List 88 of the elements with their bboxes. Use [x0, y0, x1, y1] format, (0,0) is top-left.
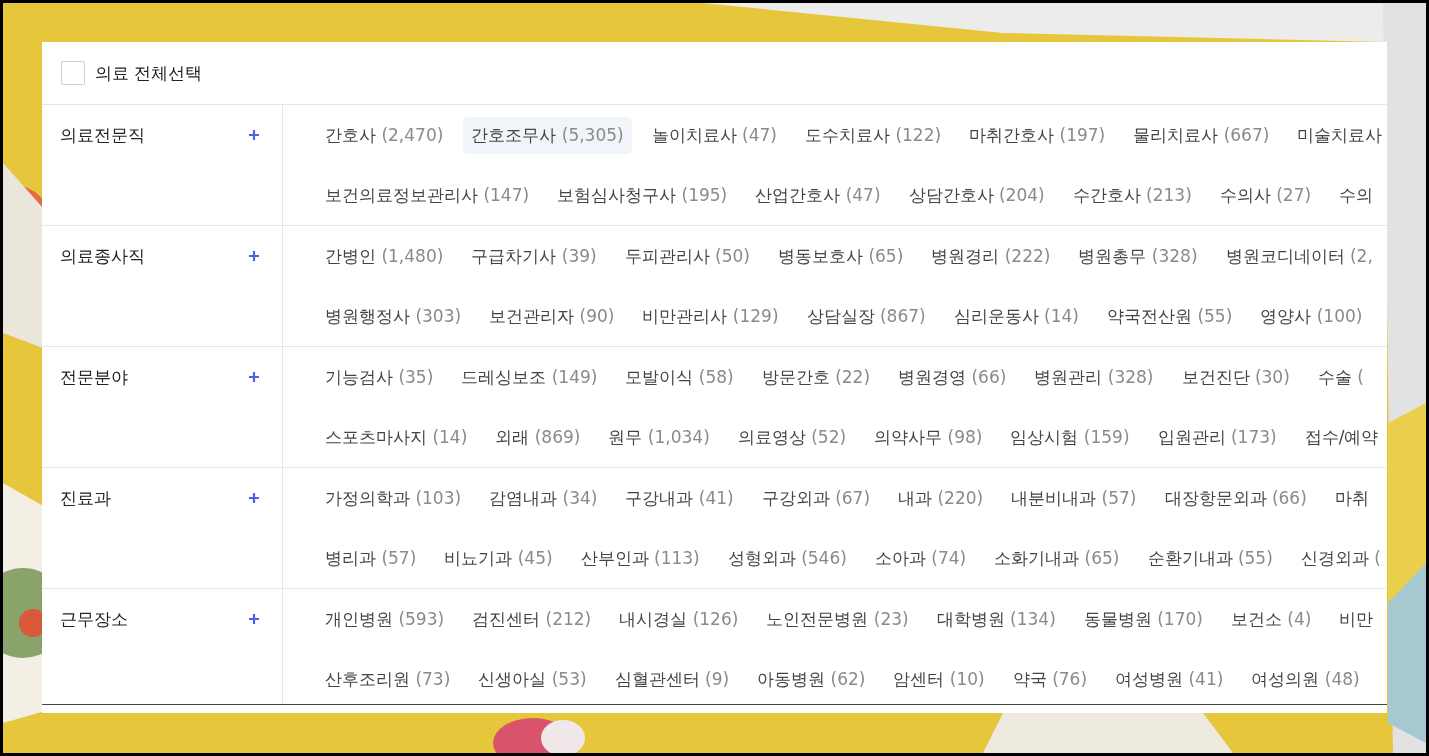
job-tag[interactable]: 외래 (869): [487, 418, 589, 456]
job-tag[interactable]: 산업간호사 (47): [747, 176, 889, 214]
checkbox[interactable]: [61, 61, 85, 85]
job-tag[interactable]: 신생아실 (53): [470, 660, 595, 698]
job-tag[interactable]: 간호사 (2,470): [317, 116, 452, 154]
category-label: 의료종사직: [60, 245, 145, 268]
job-tag[interactable]: 병원행정사 (303): [317, 297, 470, 335]
job-tag[interactable]: 영양사 (100): [1252, 297, 1371, 335]
job-tag[interactable]: 스포츠마사지 (14): [317, 418, 476, 456]
job-tag[interactable]: 순환기내과 (55): [1139, 539, 1281, 577]
job-tag[interactable]: 마취간호사 (197): [961, 116, 1114, 154]
category-label: 의료전문직: [60, 124, 145, 147]
job-tag[interactable]: 약국 (76): [1004, 660, 1096, 698]
job-tag[interactable]: 물리치료사 (667): [1125, 116, 1278, 154]
job-tag[interactable]: 간호조무사 (5,305): [463, 116, 632, 154]
plus-icon[interactable]: [248, 371, 260, 383]
job-tag[interactable]: 접수/예약: [1296, 418, 1387, 456]
job-tag[interactable]: 의약사무 (98): [866, 418, 991, 456]
job-tag[interactable]: 간병인 (1,480): [317, 237, 452, 275]
job-tag[interactable]: 수간호사 (213): [1064, 176, 1200, 214]
job-tag[interactable]: 모발이식 (58): [617, 358, 742, 396]
plus-icon[interactable]: [248, 613, 260, 625]
job-tag[interactable]: 도수치료사 (122): [797, 116, 950, 154]
job-tag[interactable]: 마취: [1326, 479, 1377, 517]
job-tag[interactable]: 대장항문외과 (66): [1156, 479, 1315, 517]
job-tag[interactable]: 구강외과 (67): [753, 479, 879, 517]
job-tag[interactable]: 여성병원 (41): [1107, 660, 1232, 698]
job-tag[interactable]: 보건관리자 (90): [481, 297, 623, 335]
job-tag[interactable]: 병원관리 (328): [1026, 358, 1162, 396]
job-tag[interactable]: 산후조리원 (73): [317, 660, 459, 698]
job-tag[interactable]: 수술 (: [1309, 358, 1372, 396]
job-tag[interactable]: 미술치료사: [1289, 116, 1387, 154]
job-tag[interactable]: 상담실장 (867): [798, 297, 934, 335]
job-tag[interactable]: 비뇨기과 (45): [436, 539, 561, 577]
job-tag[interactable]: 비만: [1331, 600, 1382, 638]
job-tag[interactable]: 구강내과 (41): [617, 479, 742, 517]
job-tag[interactable]: 심혈관센터 (9): [606, 660, 738, 698]
category-label: 전문분야: [60, 366, 128, 389]
job-tag[interactable]: 심리운동사 (14): [945, 297, 1087, 335]
job-tag[interactable]: 병리과 (57): [317, 539, 425, 577]
job-tag[interactable]: 노인전문병원 (23): [758, 600, 917, 638]
plus-icon[interactable]: [248, 250, 260, 262]
job-tag[interactable]: 보건의료정보관리사 (147): [317, 176, 538, 214]
job-tag[interactable]: 성형외과 (546): [719, 539, 855, 577]
job-tag[interactable]: 병원경영 (66): [890, 358, 1015, 396]
job-tag[interactable]: 소화기내과 (65): [986, 539, 1128, 577]
job-tag[interactable]: 수의: [1331, 176, 1382, 214]
job-tag[interactable]: 가정의학과 (103): [317, 479, 470, 517]
job-tag[interactable]: 드레싱보조 (149): [453, 358, 606, 396]
job-tag[interactable]: 약국전산원 (55): [1099, 297, 1241, 335]
job-tag[interactable]: 대학병원 (134): [928, 600, 1064, 638]
job-tag[interactable]: 여성의원 (48): [1243, 660, 1368, 698]
job-tag[interactable]: 산부인과 (113): [572, 539, 708, 577]
job-tag[interactable]: 의료영상 (52): [729, 418, 855, 456]
job-tag[interactable]: 원무 (1,034): [600, 418, 718, 456]
category-label: 진료과: [60, 487, 111, 510]
job-tag[interactable]: 놀이치료사 (47): [643, 116, 785, 154]
job-tag[interactable]: 보험심사청구사 (195): [549, 176, 736, 214]
job-tag[interactable]: 보건진단 (30): [1173, 358, 1298, 396]
job-tag[interactable]: 내분비내과 (57): [1003, 479, 1145, 517]
job-tag[interactable]: 신경외과 (: [1292, 539, 1387, 577]
job-tag[interactable]: 아동병원 (62): [749, 660, 874, 698]
job-tag[interactable]: 내과 (220): [890, 479, 992, 517]
job-tag[interactable]: 동물병원 (170): [1075, 600, 1211, 638]
plus-icon[interactable]: [248, 129, 260, 141]
plus-icon[interactable]: [248, 492, 260, 504]
job-tag[interactable]: 병원총무 (328): [1070, 237, 1206, 275]
job-tag[interactable]: 상담간호사 (204): [900, 176, 1053, 214]
job-tag[interactable]: 내시경실 (126): [611, 600, 747, 638]
job-tag[interactable]: 병동보호사 (65): [769, 237, 912, 275]
job-tag[interactable]: 암센터 (10): [885, 660, 993, 698]
job-tag[interactable]: 감염내과 (34): [481, 479, 606, 517]
job-tag[interactable]: 보건소 (4): [1222, 600, 1320, 638]
job-tag[interactable]: 방문간호 (22): [753, 358, 879, 396]
job-tag[interactable]: 검진센터 (212): [464, 600, 600, 638]
job-tag[interactable]: 두피관리사 (50): [616, 237, 758, 275]
job-tag[interactable]: 수의사 (27): [1211, 176, 1320, 214]
job-tag[interactable]: 입원관리 (173): [1149, 418, 1285, 456]
job-tag[interactable]: 개인병원 (593): [317, 600, 453, 638]
job-tag[interactable]: 비만관리사 (129): [634, 297, 787, 335]
job-tag[interactable]: 기능검사 (35): [317, 358, 442, 396]
category-label: 근무장소: [60, 608, 128, 631]
job-tag[interactable]: 임상시험 (159): [1002, 418, 1138, 456]
job-tag[interactable]: 병원경리 (222): [923, 237, 1059, 275]
job-tag[interactable]: 구급차기사 (39): [463, 237, 605, 275]
job-tag[interactable]: 병원코디네이터 (2,: [1217, 237, 1381, 275]
select-all-label[interactable]: 의료 전체선택: [95, 61, 203, 85]
job-tag[interactable]: 소아과 (74): [866, 539, 975, 577]
